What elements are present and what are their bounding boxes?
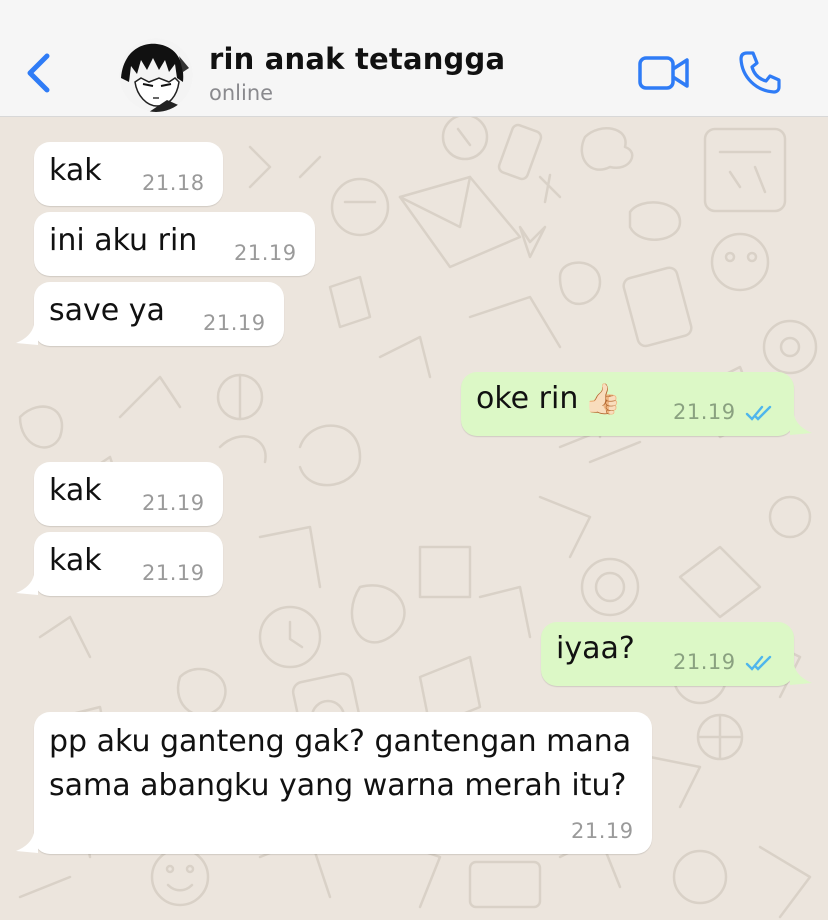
message-time: 21.19 bbox=[673, 400, 736, 424]
message-bubble[interactable]: kak 21.19 bbox=[34, 532, 223, 596]
message-text: kak bbox=[49, 153, 102, 188]
chevron-left-icon bbox=[27, 53, 50, 93]
video-call-button[interactable] bbox=[638, 54, 690, 92]
bubble-tail bbox=[790, 665, 812, 685]
phone-icon bbox=[739, 51, 781, 94]
message-time: 21.19 bbox=[234, 241, 297, 265]
message-time: 21.19 bbox=[142, 491, 205, 515]
message-time: 21.19 bbox=[571, 819, 634, 843]
message-bubble[interactable]: kak 21.18 bbox=[34, 142, 223, 206]
message-bubble[interactable]: kak 21.19 bbox=[34, 462, 223, 526]
voice-call-button[interactable] bbox=[738, 50, 782, 94]
message-bubble[interactable]: iyaa? 21.19 bbox=[541, 622, 794, 686]
message-text-line-1: pp aku ganteng gak? gantengan mana bbox=[49, 724, 632, 759]
message-bubble[interactable]: pp aku ganteng gak? gantengan mana sama … bbox=[34, 712, 652, 854]
chat-area[interactable]: kak 21.18 ini aku rin 21.19 save ya 21.1… bbox=[0, 117, 828, 920]
message-text-line-2: sama abangku yang warna merah itu? bbox=[49, 768, 627, 803]
bubble-tail bbox=[16, 833, 38, 853]
read-ticks-icon bbox=[745, 405, 772, 421]
bubble-tail bbox=[16, 325, 38, 345]
avatar-image bbox=[119, 38, 193, 112]
thumbs-up-emoji: 👍🏻 bbox=[584, 382, 622, 417]
message-time: 21.19 bbox=[673, 650, 736, 674]
message-time: 21.19 bbox=[142, 561, 205, 585]
message-time: 21.18 bbox=[142, 171, 205, 195]
message-text: kak bbox=[49, 473, 102, 508]
message-bubble[interactable]: save ya 21.19 bbox=[34, 282, 284, 346]
message-bubble[interactable]: oke rin 👍🏻 21.19 bbox=[461, 372, 794, 436]
back-button[interactable] bbox=[22, 50, 56, 96]
read-ticks-icon bbox=[745, 655, 772, 671]
contact-name[interactable]: rin anak tetangga bbox=[209, 42, 505, 76]
message-bubble[interactable]: ini aku rin 21.19 bbox=[34, 212, 315, 276]
message-text: iyaa? bbox=[556, 631, 635, 666]
contact-status: online bbox=[209, 81, 274, 105]
message-text: kak bbox=[49, 543, 102, 578]
message-text: save ya bbox=[49, 293, 165, 328]
message-text-content: oke rin bbox=[476, 381, 579, 416]
message-text: oke rin 👍🏻 bbox=[476, 381, 622, 417]
bubble-tail bbox=[16, 575, 38, 595]
bubble-tail bbox=[790, 415, 812, 435]
message-time: 21.19 bbox=[203, 311, 266, 335]
chat-header: rin anak tetangga online bbox=[0, 0, 828, 117]
avatar[interactable] bbox=[119, 38, 193, 112]
message-text: ini aku rin bbox=[49, 223, 198, 258]
video-camera-icon bbox=[638, 56, 689, 90]
